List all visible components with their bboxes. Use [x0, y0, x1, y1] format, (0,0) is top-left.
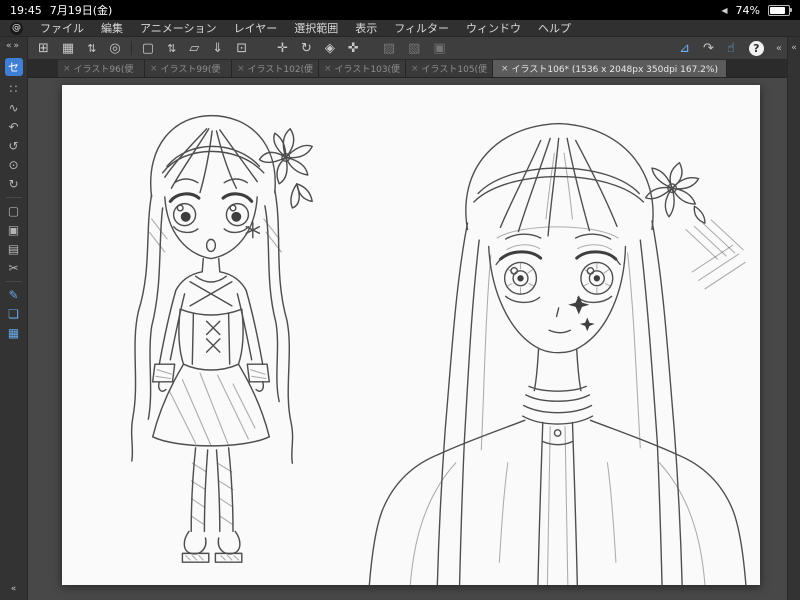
tab-close-icon[interactable]: × — [411, 64, 419, 74]
tab-close-icon[interactable]: × — [150, 64, 158, 74]
tab-illust-105[interactable]: × イラスト105(便 — [406, 60, 493, 77]
menu-filter[interactable]: フィルター — [394, 20, 449, 36]
menu-layer[interactable]: レイヤー — [234, 20, 278, 36]
orientation-lock-icon: ◀ — [721, 5, 728, 15]
clip-studio-swirl-icon[interactable]: ◎ — [109, 42, 120, 55]
snap-icon[interactable]: ✜ — [348, 42, 359, 55]
tab-close-icon[interactable]: × — [324, 64, 332, 74]
snap-ruler-icon[interactable]: ▨ — [383, 42, 395, 55]
menu-help[interactable]: ヘルプ — [538, 20, 571, 36]
menu-bar: @ ファイル 編集 アニメーション レイヤー 選択範囲 表示 フィルター ウィン… — [0, 20, 800, 37]
open-file-icon[interactable]: ▱ — [189, 42, 199, 55]
sketch-drawing[interactable] — [62, 85, 760, 585]
menu-window[interactable]: ウィンドウ — [466, 20, 521, 36]
rotate-canvas-icon[interactable]: ↻ — [8, 178, 18, 190]
canvas-area[interactable] — [28, 78, 787, 600]
rotate-view-icon[interactable]: ↻ — [301, 42, 312, 55]
edge-keyboard-tab[interactable]: セ — [4, 58, 23, 76]
tab-label: イラスト103(便 — [334, 65, 400, 75]
separator — [5, 197, 22, 198]
chibi-figure-sketch — [130, 114, 313, 563]
scissors-tool-icon[interactable]: ✂ — [8, 262, 18, 274]
zoom-tool-icon[interactable]: ⊙ — [8, 159, 18, 171]
menu-view[interactable]: 表示 — [355, 20, 377, 36]
tab-illust-106-active[interactable]: × イラスト106* (1536 x 2048px 350dpi 167.2%) — [493, 60, 727, 77]
clip-studio-logo-icon[interactable]: @ — [10, 21, 23, 35]
page-tool-icon[interactable]: ▢ — [8, 205, 19, 217]
clip-studio-paint-window: 19:45 7月19日(金) ◀ 74% @ ファイル 編集 アニメーション レ… — [0, 0, 800, 600]
tab-illust-103[interactable]: × イラスト103(便 — [319, 60, 406, 77]
undo-tool-icon[interactable]: ↶ — [8, 121, 18, 133]
clock-time: 19:45 — [10, 3, 42, 17]
menu-animation[interactable]: アニメーション — [140, 20, 217, 36]
redo-tool-icon[interactable]: ↺ — [8, 140, 18, 152]
palette-stepper-icon[interactable]: ⇅ — [87, 43, 96, 54]
right-rail-collapse-icon[interactable]: « — [791, 43, 797, 53]
color-set-tool-icon[interactable]: ▦ — [8, 327, 19, 339]
sidebar-expand-icon[interactable]: » — [14, 41, 22, 51]
layers-tool-icon[interactable]: ❏ — [8, 308, 19, 320]
bust-figure-sketch — [368, 122, 747, 585]
tab-label: イラスト96(便 — [73, 65, 134, 75]
toolbar-collapse-icon[interactable]: « — [776, 43, 782, 54]
hand-tool-icon[interactable]: ☝ — [727, 42, 735, 55]
new-canvas-icon[interactable]: ▢ — [142, 42, 154, 55]
tab-label: イラスト105(便 — [421, 65, 487, 75]
canvas-stepper-icon[interactable]: ⇅ — [167, 43, 176, 54]
tab-close-icon[interactable]: × — [501, 64, 509, 74]
battery-icon — [768, 4, 792, 16]
share-canvas-icon[interactable]: ⊡ — [236, 42, 247, 55]
lasso-tool-icon[interactable]: ∿ — [8, 102, 18, 114]
tab-label: イラスト106* (1536 x 2048px 350dpi 167.2%) — [511, 65, 718, 75]
separator — [130, 41, 132, 55]
left-tool-sidebar: «» セ ∷ ∿ ↶ ↺ ⊙ ↻ ▢ ▣ ▤ ✂ ✎ ❏ ▦ « — [0, 37, 28, 600]
tab-label: イラスト102(便 — [247, 65, 313, 75]
separator — [5, 281, 22, 282]
canvas-page[interactable] — [62, 85, 760, 585]
clock-date: 7月19日(金) — [49, 4, 113, 17]
vector-line-icon[interactable]: ⊿ — [679, 42, 690, 55]
move-tool-icon[interactable]: ✛ — [277, 42, 288, 55]
right-rail: « — [787, 37, 800, 600]
status-bar: 19:45 7月19日(金) ◀ 74% — [0, 0, 800, 20]
curve-adjust-icon[interactable]: ↷ — [703, 42, 714, 55]
sidebar-collapse-icon[interactable]: « — [6, 41, 14, 51]
tab-illust-102[interactable]: × イラスト102(便 — [232, 60, 319, 77]
tab-close-icon[interactable]: × — [237, 64, 245, 74]
document-tab-bar: × イラスト96(便 × イラスト99(便 × イラスト102(便 × イラスト… — [28, 60, 787, 78]
material-tool-icon[interactable]: ▤ — [8, 243, 19, 255]
menu-file[interactable]: ファイル — [40, 20, 84, 36]
tab-illust-99[interactable]: × イラスト99(便 — [145, 60, 232, 77]
sidebar-bottom-collapse-icon[interactable]: « — [11, 584, 17, 594]
help-button[interactable]: ? — [748, 40, 764, 56]
reference-tool-icon[interactable]: ▣ — [8, 224, 19, 236]
menu-selection[interactable]: 選択範囲 — [294, 20, 338, 36]
gradient-icon[interactable]: ◈ — [325, 42, 335, 55]
tab-illust-96[interactable]: × イラスト96(便 — [58, 60, 145, 77]
tab-close-icon[interactable]: × — [63, 64, 71, 74]
tab-label: イラスト99(便 — [160, 65, 221, 75]
select-area-tool-icon[interactable]: ∷ — [10, 83, 18, 95]
command-bar: ⊞ ▦ ⇅ ◎ ▢ ⇅ ▱ ⇓ ⊡ ✛ ↻ ◈ ✜ ▨ ▧ ▣ ⊿ ↷ ☝ ? … — [0, 37, 800, 60]
save-file-icon[interactable]: ⇓ — [212, 42, 223, 55]
snap-special-icon[interactable]: ▣ — [433, 42, 445, 55]
checker-pattern-icon[interactable]: ▦ — [62, 42, 74, 55]
pen-tool-icon[interactable]: ✎ — [8, 289, 18, 301]
menu-edit[interactable]: 編集 — [101, 20, 123, 36]
battery-percent: 74% — [735, 3, 760, 17]
snap-grid-icon[interactable]: ▧ — [408, 42, 420, 55]
window-layout-icon[interactable]: ⊞ — [38, 42, 49, 55]
